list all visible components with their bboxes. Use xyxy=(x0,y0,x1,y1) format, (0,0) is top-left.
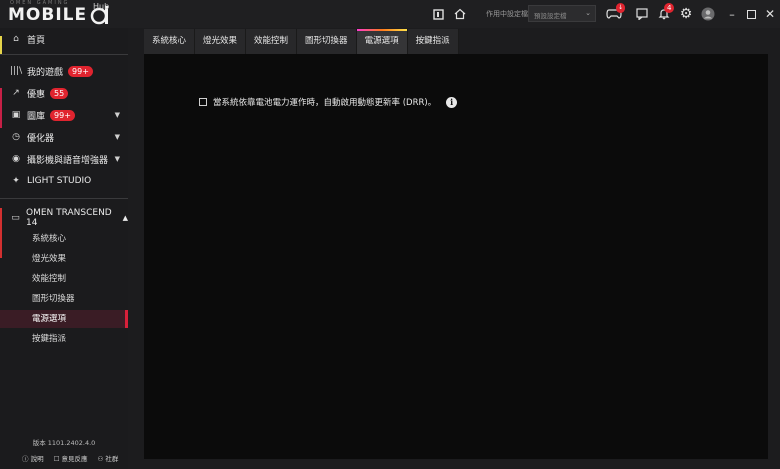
profile-select-value: 預設設定檔 xyxy=(534,12,567,20)
info-icon[interactable]: i xyxy=(446,96,458,108)
library-icon: |||\ xyxy=(10,66,23,76)
title-bar: OMEN GAMING MOBILE Hub 作用中設定檔 預設設定檔 ⌄ ↓ … xyxy=(0,0,780,28)
gallery-badge: 99+ xyxy=(50,109,75,121)
help-link[interactable]: ⓘ 說明 xyxy=(22,453,44,463)
laptop-icon: ▭ xyxy=(11,213,20,223)
sidebar-subitem-graphics-switcher[interactable]: 圖形切換器 xyxy=(0,290,128,308)
sidebar-item-home[interactable]: ⌂ 首頁 xyxy=(0,28,128,50)
sidebar-item-gallery[interactable]: ▣ 圖庫 99+ ▼ xyxy=(0,104,128,126)
chevron-down-icon: ⌄ xyxy=(585,9,591,17)
sidebar-item-light-studio[interactable]: ✦ LIGHT STUDIO xyxy=(0,170,128,192)
message-icon[interactable] xyxy=(634,6,650,22)
close-icon[interactable]: ✕ xyxy=(762,6,778,22)
sidebar-item-label: 優惠 xyxy=(27,89,46,100)
minimize-icon[interactable]: – xyxy=(724,6,740,22)
profile-label: 作用中設定檔 xyxy=(486,10,528,18)
camera-icon: ◉ xyxy=(12,154,20,164)
drr-option-label: 當系統依靠電池電力運作時，自動啟用動態更新率 (DRR)。 xyxy=(213,98,437,108)
tab-lighting[interactable]: 燈光效果 xyxy=(195,29,247,54)
chevron-up-icon: ▲ xyxy=(122,214,128,222)
sparkle-icon: ✦ xyxy=(12,176,20,186)
chevron-down-icon: ▼ xyxy=(114,111,120,119)
footer-links: ⓘ 說明 ☐ 意見反應 ⚇ 社群 xyxy=(22,453,118,463)
divider xyxy=(0,54,128,55)
sidebar-subitem-lighting[interactable]: 燈光效果 xyxy=(0,250,128,268)
tab-performance[interactable]: 效能控制 xyxy=(246,29,298,54)
logo-text: MOBILE xyxy=(8,5,88,25)
bell-icon[interactable]: 4 xyxy=(656,3,675,22)
sidebar-item-label: LIGHT STUDIO xyxy=(27,176,92,186)
games-badge: 99+ xyxy=(68,65,93,77)
sidebar: ⌂ 首頁 |||\ 我的遊戲 99+ ↗ 優惠 55 ▣ 圖庫 99+ ▼ ◷ … xyxy=(0,28,128,469)
profile-select[interactable]: 預設設定檔 ⌄ xyxy=(528,5,596,22)
avatar[interactable] xyxy=(700,6,716,22)
sidebar-item-camera-audio[interactable]: ◉ 攝影機與語音增強器 ▼ xyxy=(0,148,128,170)
gear-icon[interactable]: ⚙ xyxy=(678,6,694,22)
notification-badge: 4 xyxy=(664,3,675,13)
sidebar-subitem-key-assignment[interactable]: 按鍵指派 xyxy=(0,330,128,348)
chevron-down-icon: ▼ xyxy=(114,133,120,141)
tab-bar: 系統核心 燈光效果 效能控制 圖形切換器 電源選項 按鍵指派 xyxy=(144,29,459,54)
home-icon[interactable] xyxy=(452,6,468,22)
download-badge: ↓ xyxy=(616,3,626,13)
help-label: 說明 xyxy=(30,455,44,463)
divider xyxy=(0,198,128,199)
tab-power-options[interactable]: 電源選項 xyxy=(356,29,408,54)
sidebar-subitem-system-core[interactable]: 系統核心 xyxy=(0,230,128,248)
sidebar-item-label: 我的遊戲 xyxy=(27,67,64,78)
maximize-icon[interactable] xyxy=(743,6,759,22)
sidebar-item-label: 優化器 xyxy=(27,133,55,144)
sidebar-item-label: 攝影機與語音增強器 xyxy=(27,155,109,166)
community-label: 社群 xyxy=(105,455,119,463)
sidebar-subitem-power-options[interactable]: 電源選項 xyxy=(0,310,128,328)
sidebar-item-my-games[interactable]: |||\ 我的遊戲 99+ xyxy=(0,60,128,82)
store-icon[interactable] xyxy=(430,6,446,22)
logo-subtitle: OMEN GAMING xyxy=(10,0,70,6)
tab-graphics-switcher[interactable]: 圖形切換器 xyxy=(297,29,357,54)
sidebar-item-label: OMEN TRANSCEND 14 xyxy=(25,208,112,228)
deals-badge: 55 xyxy=(50,87,69,99)
feedback-link[interactable]: ☐ 意見反應 xyxy=(54,453,88,463)
chart-icon: ↗ xyxy=(12,88,20,98)
app-logo: OMEN GAMING MOBILE Hub xyxy=(8,0,110,25)
version-label: 版本 1101.2402.4.0 xyxy=(32,439,96,447)
gamepad-icon[interactable]: ↓ xyxy=(606,3,626,22)
sidebar-item-label: 圖庫 xyxy=(27,111,46,122)
home-icon: ⌂ xyxy=(13,34,19,44)
gallery-icon: ▣ xyxy=(11,110,21,120)
tab-key-assignment[interactable]: 按鍵指派 xyxy=(407,29,459,54)
sidebar-item-label: 首頁 xyxy=(27,35,46,46)
logo-hub: Hub xyxy=(93,2,110,11)
gauge-icon: ◷ xyxy=(12,132,20,142)
sidebar-item-optimizer[interactable]: ◷ 優化器 ▼ xyxy=(0,126,128,148)
content-panel: 當系統依靠電池電力運作時，自動啟用動態更新率 (DRR)。 i xyxy=(144,54,768,459)
feedback-label: 意見反應 xyxy=(61,455,88,463)
drr-option: 當系統依靠電池電力運作時，自動啟用動態更新率 (DRR)。 i xyxy=(199,96,458,108)
sidebar-item-device[interactable]: ▭ OMEN TRANSCEND 14 ▲ xyxy=(0,207,128,229)
sidebar-subitem-performance[interactable]: 效能控制 xyxy=(0,270,128,288)
community-link[interactable]: ⚇ 社群 xyxy=(97,453,118,463)
sidebar-item-deals[interactable]: ↗ 優惠 55 xyxy=(0,82,128,104)
drr-checkbox[interactable] xyxy=(199,98,207,106)
chevron-down-icon: ▼ xyxy=(114,155,120,163)
tab-system-core[interactable]: 系統核心 xyxy=(144,29,196,54)
